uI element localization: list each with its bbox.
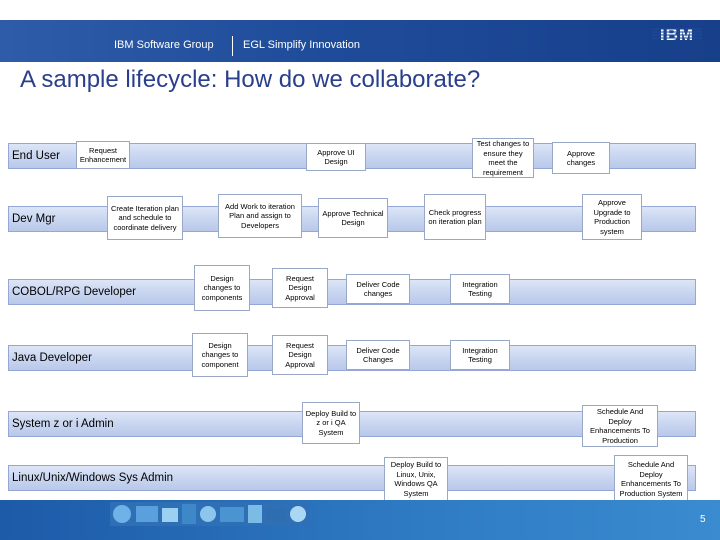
role-end-user: End User bbox=[12, 150, 60, 162]
role-cobol-dev: COBOL/RPG Developer bbox=[12, 286, 136, 298]
task-check-progress: Check progress on iteration plan bbox=[424, 194, 486, 240]
footer-bar: 5 bbox=[0, 500, 720, 540]
task-schedule-sysz-production: Schedule And Deploy Enhancements To Prod… bbox=[582, 405, 658, 447]
tagline: EGL Simplify Innovation bbox=[243, 39, 360, 51]
task-request-enhancement: Request Enhancement bbox=[76, 141, 130, 169]
task-java-deliver-code: Deliver Code Changes bbox=[346, 340, 410, 370]
task-deploy-sysz-qa: Deploy Build to z or i QA System bbox=[302, 402, 360, 444]
task-java-integration-testing: Integration Testing bbox=[450, 340, 510, 370]
header-divider bbox=[232, 36, 233, 56]
task-cobol-integration-testing: Integration Testing bbox=[450, 274, 510, 304]
slide-title: A sample lifecycle: How do we collaborat… bbox=[20, 66, 481, 93]
task-java-request-approval: Request Design Approval bbox=[272, 335, 328, 375]
role-dev-mgr: Dev Mgr bbox=[12, 213, 56, 225]
role-luw-admin: Linux/Unix/Windows Sys Admin bbox=[12, 472, 174, 484]
task-test-changes: Test changes to ensure they meet the req… bbox=[472, 138, 534, 178]
page-number: 5 bbox=[700, 514, 706, 525]
task-approve-technical-design: Approve Technical Design bbox=[318, 198, 388, 238]
group-name: IBM Software Group bbox=[114, 39, 214, 51]
task-deploy-luw-qa: Deploy Build to Linux, Unix, Windows QA … bbox=[384, 457, 448, 501]
task-add-work: Add Work to iteration Plan and assign to… bbox=[218, 194, 302, 238]
role-sysz-admin: System z or i Admin bbox=[12, 418, 114, 430]
task-schedule-luw-production: Schedule And Deploy Enhancements To Prod… bbox=[614, 455, 688, 503]
task-cobol-deliver-code: Deliver Code changes bbox=[346, 274, 410, 304]
task-cobol-request-approval: Request Design Approval bbox=[272, 268, 328, 308]
task-cobol-design-changes: Design changes to components bbox=[194, 265, 250, 311]
task-approve-upgrade: Approve Upgrade to Production system bbox=[582, 194, 642, 240]
role-java-dev: Java Developer bbox=[12, 352, 92, 364]
task-java-design-changes: Design changes to component bbox=[192, 333, 248, 377]
svg-text:IBM: IBM bbox=[660, 25, 694, 43]
task-approve-changes: Approve changes bbox=[552, 142, 610, 174]
header-bar: IBM Software Group EGL Simplify Innovati… bbox=[0, 20, 720, 62]
task-create-iteration-plan: Create Iteration plan and schedule to co… bbox=[107, 196, 183, 240]
task-approve-ui-design: Approve UI Design bbox=[306, 143, 366, 171]
footer-decoration-image bbox=[110, 502, 310, 526]
ibm-logo: IBM bbox=[652, 25, 702, 43]
